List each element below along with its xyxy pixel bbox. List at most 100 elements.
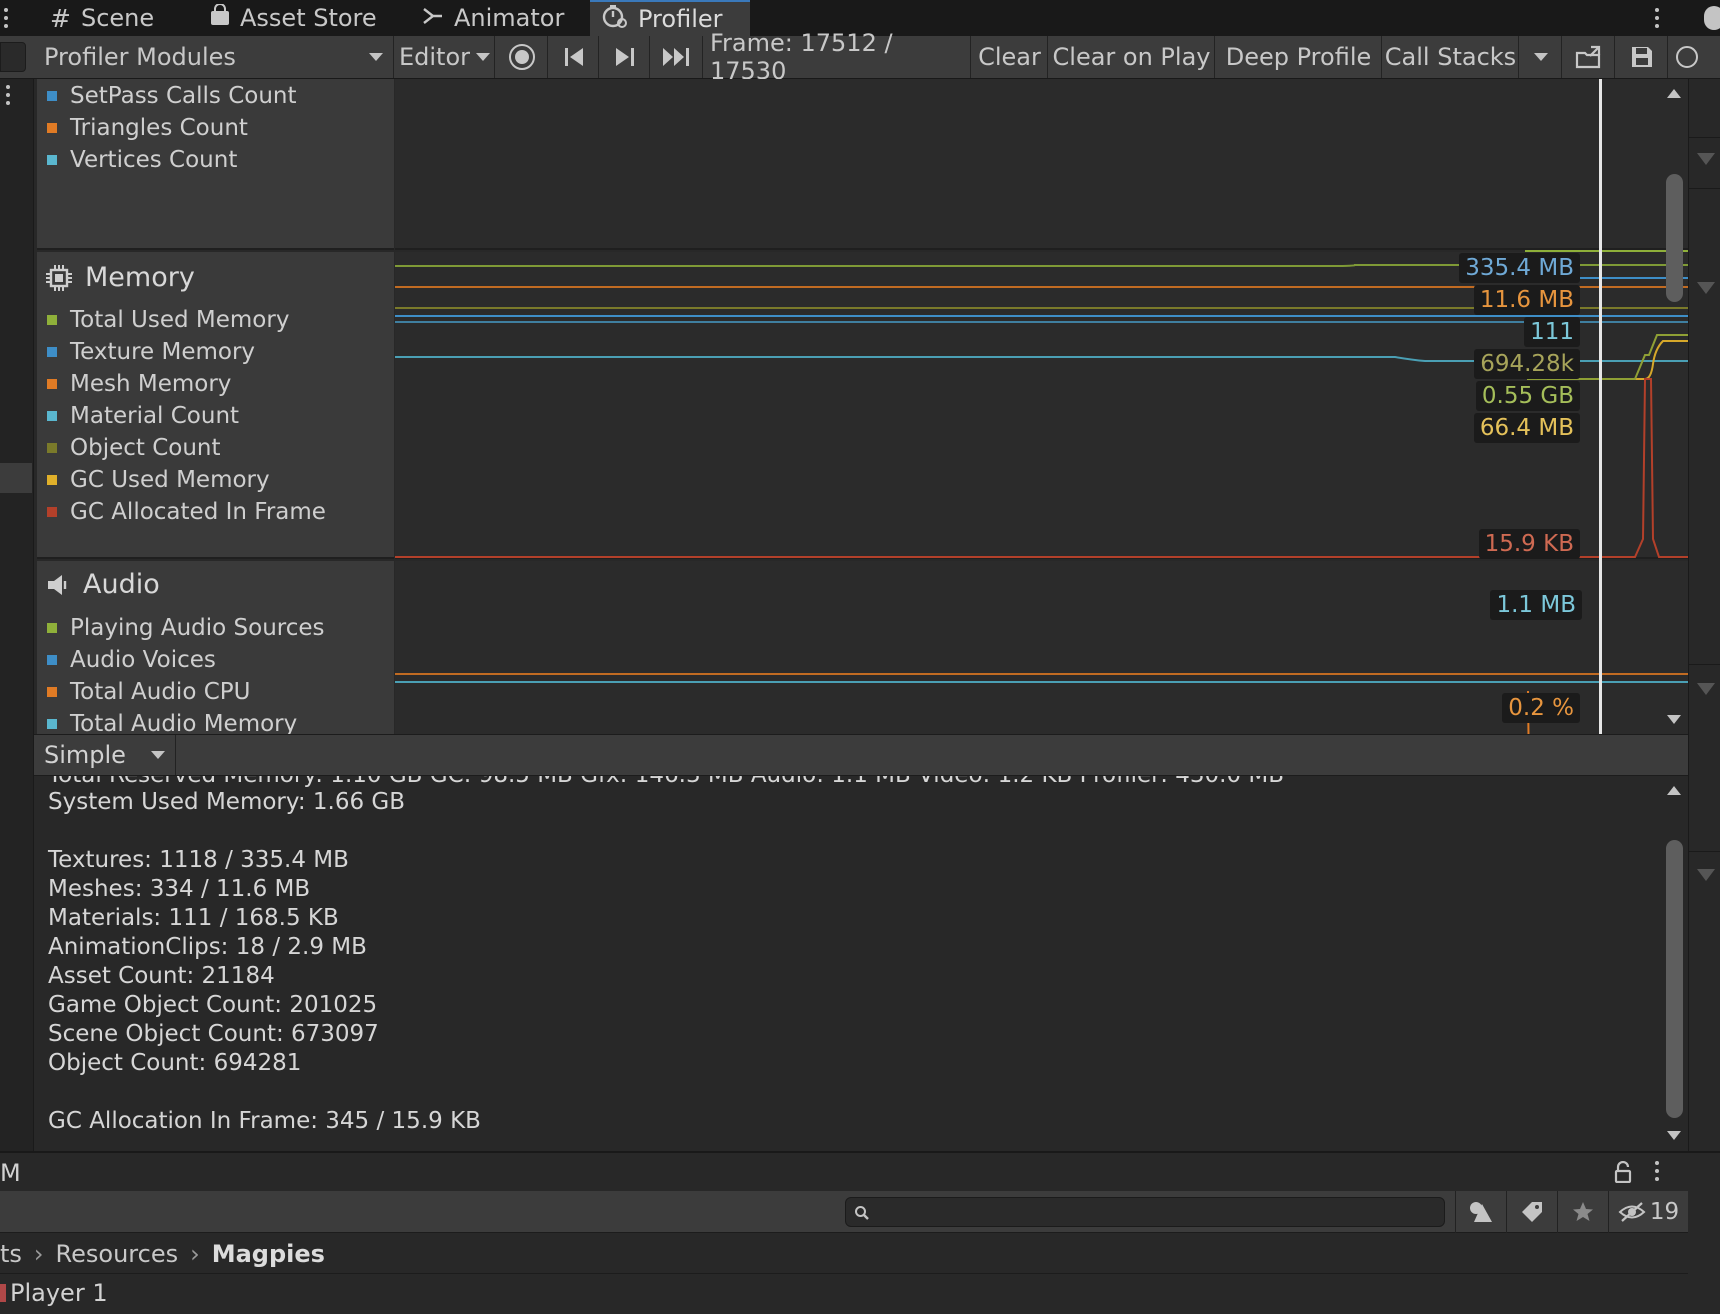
legend-label: Texture Memory <box>70 339 256 365</box>
foldout-arrow-icon[interactable] <box>1697 869 1715 881</box>
foldout-arrow-icon[interactable] <box>1697 683 1715 695</box>
search-by-type-button[interactable] <box>1455 1191 1505 1233</box>
breadcrumb-item[interactable]: Resources <box>56 1240 179 1268</box>
legend-swatch <box>47 655 57 665</box>
help-icon[interactable] <box>1676 46 1698 68</box>
profiler-modules-dropdown[interactable]: Profiler Modules <box>36 36 394 78</box>
details-line: Textures: 1118 / 335.4 MB <box>48 847 349 873</box>
legend-item[interactable]: Texture Memory <box>47 339 255 365</box>
charts-scroll-thumb[interactable] <box>1666 174 1683 302</box>
value-text: 335.4 MB <box>1465 255 1574 281</box>
deep-profile-toggle[interactable]: Deep Profile <box>1216 36 1382 78</box>
save-button[interactable] <box>1616 36 1668 78</box>
legend-label: Playing Audio Sources <box>70 615 325 641</box>
legend-item[interactable]: Object Count <box>47 435 221 461</box>
legend-item[interactable]: GC Used Memory <box>47 467 270 493</box>
details-line: GC Allocation In Frame: 345 / 15.9 KB <box>48 1108 481 1134</box>
previous-frame-button[interactable] <box>549 36 599 78</box>
rendering-module-panel[interactable]: SetPass Calls Count Triangles Count Vert… <box>37 79 394 250</box>
legend-swatch <box>47 475 57 485</box>
legend-swatch <box>47 623 57 633</box>
deep-profile-label: Deep Profile <box>1225 43 1372 71</box>
info-icon[interactable] <box>1704 6 1720 30</box>
tab-asset-store[interactable]: Asset Store <box>210 0 377 36</box>
foldout-arrow-icon[interactable] <box>1697 153 1715 165</box>
details-line: Meshes: 334 / 11.6 MB <box>48 876 311 902</box>
selected-frame-cursor[interactable] <box>1599 79 1602 734</box>
legend-label: Total Audio Memory <box>70 711 298 734</box>
search-by-label-button[interactable] <box>1506 1191 1556 1233</box>
legend-label: Triangles Count <box>70 115 248 141</box>
memory-value-label: 15.9 KB <box>1478 529 1580 559</box>
list-item[interactable]: Player 1 <box>0 1275 108 1311</box>
view-mode-label: Simple <box>44 741 126 769</box>
legend-label: Audio Voices <box>70 647 216 673</box>
record-button[interactable] <box>496 36 548 78</box>
scroll-up-arrow-icon[interactable] <box>1667 786 1681 795</box>
dock-divider <box>1689 137 1720 138</box>
foldout-arrow-icon[interactable] <box>1697 282 1715 294</box>
frame-counter-text: Frame: 17512 / 17530 <box>710 29 893 85</box>
legend-label: GC Allocated In Frame <box>70 499 326 525</box>
load-button[interactable] <box>1563 36 1615 78</box>
hidden-packages-toggle[interactable]: 19 <box>1608 1191 1688 1233</box>
save-disk-icon <box>1631 47 1652 67</box>
next-frame-button[interactable] <box>600 36 650 78</box>
scroll-down-arrow-icon[interactable] <box>1667 1131 1681 1140</box>
profiler-toolbar: Profiler Modules Editor Frame: 17512 / 1… <box>0 29 1720 85</box>
legend-swatch <box>47 347 57 357</box>
memory-module-header: Memory <box>45 262 195 293</box>
current-frame-button[interactable] <box>651 36 703 78</box>
legend-item[interactable]: SetPass Calls Count <box>47 83 297 109</box>
legend-item[interactable]: Vertices Count <box>47 147 237 173</box>
dock-divider <box>1689 851 1720 852</box>
eye-slash-icon <box>1618 1202 1646 1222</box>
window-kebab-menu-icon[interactable] <box>1655 8 1659 28</box>
left-kebab-menu-icon[interactable] <box>4 8 8 28</box>
clear-on-play-toggle[interactable]: Clear on Play <box>1049 36 1215 78</box>
legend-item[interactable]: Total Used Memory <box>47 307 289 333</box>
legend-item[interactable]: Total Audio CPU <box>47 679 250 705</box>
legend-item[interactable]: Mesh Memory <box>47 371 231 397</box>
scroll-up-arrow-icon[interactable] <box>1667 89 1681 98</box>
side-strip-kebab-icon[interactable] <box>6 85 10 105</box>
breadcrumb-item[interactable]: ts <box>0 1240 22 1268</box>
view-mode-dropdown[interactable]: Simple <box>34 735 176 775</box>
details-scroll-thumb[interactable] <box>1666 840 1683 1118</box>
memory-value-label: 694.28k <box>1474 349 1580 379</box>
breadcrumb-current[interactable]: Magpies <box>212 1240 325 1268</box>
legend-item[interactable]: Triangles Count <box>47 115 248 141</box>
list-item-label: Player 1 <box>10 1279 108 1307</box>
legend-swatch <box>47 443 57 453</box>
call-stacks-options-dropdown[interactable] <box>1520 36 1562 78</box>
target-dropdown[interactable]: Editor <box>395 36 495 78</box>
legend-label: SetPass Calls Count <box>70 83 297 109</box>
tab-scene[interactable]: # Scene <box>50 0 154 36</box>
left-side-strip <box>0 79 34 1151</box>
legend-item[interactable]: Audio Voices <box>47 647 216 673</box>
scroll-down-arrow-icon[interactable] <box>1667 715 1681 724</box>
chevron-right-icon: › <box>33 1239 44 1268</box>
legend-item[interactable]: Material Count <box>47 403 239 429</box>
details-toolbar: Simple <box>34 734 1688 776</box>
memory-value-label: 111 <box>1524 317 1580 347</box>
save-search-button[interactable] <box>1557 1191 1607 1233</box>
legend-swatch <box>47 411 57 421</box>
tag-icon <box>1521 1202 1542 1222</box>
project-search-input[interactable] <box>845 1197 1445 1227</box>
project-kebab-menu-icon[interactable] <box>1655 1161 1659 1181</box>
value-text: 1.1 MB <box>1496 592 1576 618</box>
legend-item[interactable]: Total Audio Memory <box>47 711 297 734</box>
details-scrollbar[interactable] <box>1660 776 1688 1151</box>
charts-scrollbar[interactable] <box>1660 79 1688 734</box>
load-folder-icon <box>1575 45 1600 69</box>
legend-item[interactable]: GC Allocated In Frame <box>47 499 326 525</box>
tab-animator[interactable]: Animator <box>422 0 564 36</box>
clear-button[interactable]: Clear <box>972 36 1048 78</box>
record-icon <box>508 44 535 70</box>
call-stacks-toggle[interactable]: Call Stacks <box>1383 36 1519 78</box>
lock-icon[interactable] <box>1614 1161 1632 1183</box>
value-text: 694.28k <box>1480 351 1574 377</box>
details-panel: Total Reserved Memory: 1.10 GB GC: 98.5 … <box>34 776 1688 1151</box>
legend-item[interactable]: Playing Audio Sources <box>47 615 325 641</box>
